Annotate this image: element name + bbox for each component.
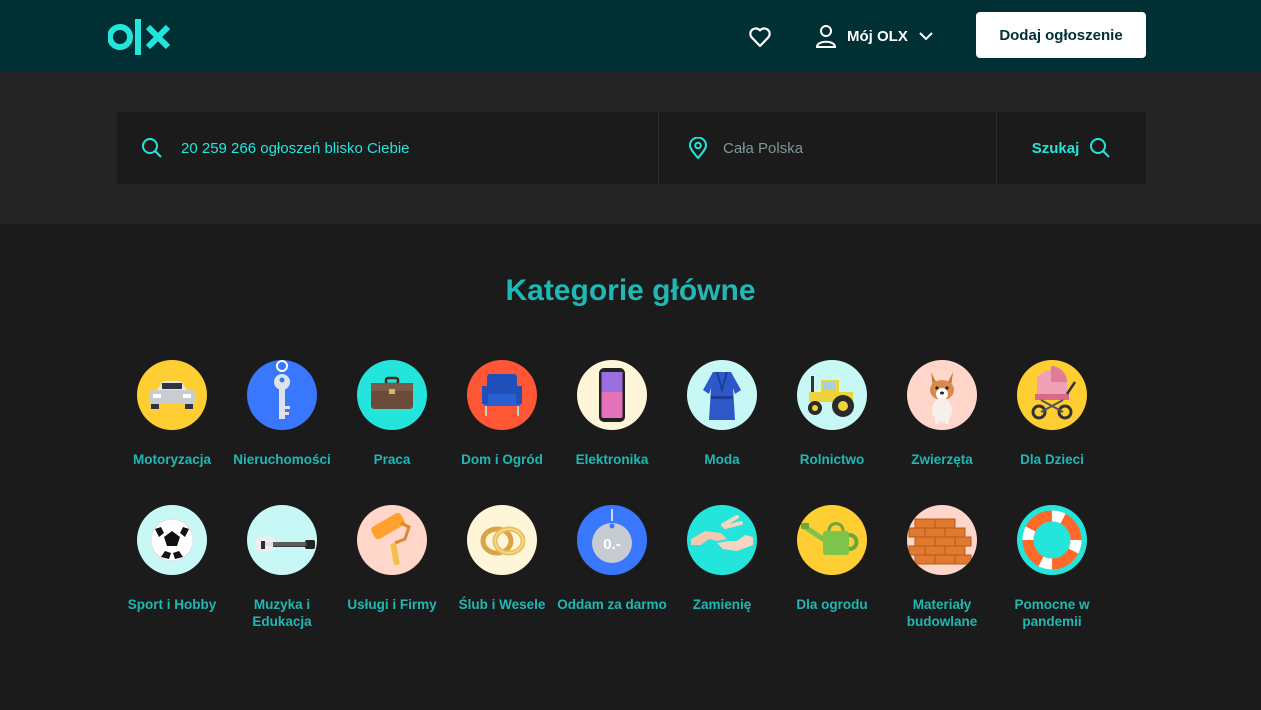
category-label: Oddam za darmo xyxy=(557,597,667,612)
user-icon xyxy=(815,25,837,48)
category-label: Dla Dzieci xyxy=(1020,452,1084,467)
location-input[interactable] xyxy=(723,139,983,157)
paint-roller-icon xyxy=(357,505,427,575)
price-tag-icon: 0.- xyxy=(577,505,647,575)
category-label: Muzyka i Edukacja xyxy=(252,597,312,629)
guitar-icon xyxy=(247,505,317,575)
key-icon xyxy=(247,360,317,430)
lifebuoy-icon xyxy=(1017,505,1087,575)
smartphone-icon xyxy=(577,360,647,430)
category-item[interactable]: Zwierzęta xyxy=(887,360,997,468)
search-input[interactable] xyxy=(181,139,651,157)
my-olx-menu[interactable]: Mój OLX xyxy=(815,22,934,50)
category-label: Pomocne w pandemii xyxy=(1014,597,1090,629)
search-icon xyxy=(142,138,162,158)
add-listing-button[interactable]: Dodaj ogłoszenie xyxy=(976,12,1146,58)
category-item[interactable]: Elektronika xyxy=(557,360,667,468)
category-item[interactable]: Muzyka i Edukacja xyxy=(227,505,337,630)
bathrobe-icon xyxy=(687,360,757,430)
category-label: Zamienię xyxy=(692,597,752,612)
category-item[interactable]: Materiały budowlane xyxy=(887,505,997,630)
olx-logo[interactable] xyxy=(108,17,180,57)
category-label: Moda xyxy=(704,452,740,467)
car-icon xyxy=(137,360,207,430)
category-item[interactable]: Moda xyxy=(667,360,777,468)
category-item[interactable]: Ślub i Wesele xyxy=(447,505,557,613)
category-label: Zwierzęta xyxy=(911,452,973,467)
football-icon xyxy=(137,505,207,575)
bricks-icon xyxy=(907,505,977,575)
rings-icon xyxy=(467,505,537,575)
category-label: Dom i Ogród xyxy=(461,452,543,467)
handshake-icon xyxy=(687,505,757,575)
category-label: Praca xyxy=(373,452,411,467)
category-item[interactable]: Usługi i Firmy xyxy=(337,505,447,613)
category-label: Elektronika xyxy=(575,452,649,467)
search-bar: Szukaj xyxy=(117,112,1146,184)
category-item[interactable]: Dla ogrodu xyxy=(777,505,887,613)
category-label: Usługi i Firmy xyxy=(347,597,437,612)
category-item[interactable]: Sport i Hobby xyxy=(117,505,227,613)
category-label: Motoryzacja xyxy=(132,452,212,467)
category-label: Ślub i Wesele xyxy=(458,597,546,612)
tractor-icon xyxy=(797,360,867,430)
watering-can-icon xyxy=(797,505,867,575)
category-item[interactable]: 0.- Oddam za darmo xyxy=(557,505,667,613)
chevron-down-icon xyxy=(919,32,933,41)
category-item[interactable]: Motoryzacja xyxy=(117,360,227,468)
category-label: Rolnictwo xyxy=(799,452,865,467)
search-button[interactable]: Szukaj xyxy=(997,112,1146,184)
search-section: Szukaj xyxy=(0,72,1261,224)
categories-title: Kategorie główne xyxy=(505,274,756,307)
dog-icon xyxy=(907,360,977,430)
category-item[interactable]: Rolnictwo xyxy=(777,360,887,468)
search-query-segment xyxy=(117,112,659,184)
category-item[interactable]: Nieruchomości xyxy=(227,360,337,468)
location-segment xyxy=(659,112,997,184)
location-pin-icon xyxy=(688,137,708,159)
price-tag-text: 0.- xyxy=(603,536,621,553)
category-item[interactable]: Zamienię xyxy=(667,505,777,613)
my-olx-label: Mój OLX xyxy=(847,27,908,45)
category-item[interactable]: Dom i Ogród xyxy=(447,360,557,468)
search-button-label: Szukaj xyxy=(1031,139,1080,157)
category-label: Dla ogrodu xyxy=(796,597,868,612)
stroller-icon xyxy=(1017,360,1087,430)
top-header: Mój OLX Dodaj ogłoszenie xyxy=(0,0,1261,72)
armchair-icon xyxy=(467,360,537,430)
category-label: Sport i Hobby xyxy=(127,597,217,612)
briefcase-icon xyxy=(357,360,427,430)
search-icon xyxy=(1090,138,1110,158)
category-label: Nieruchomości xyxy=(233,452,331,467)
category-item[interactable]: Dla Dzieci xyxy=(997,360,1107,468)
heart-icon[interactable] xyxy=(747,24,773,50)
category-label: Materiały budowlane xyxy=(906,597,978,629)
category-item[interactable]: Praca xyxy=(337,360,447,468)
category-item[interactable]: Pomocne w pandemii xyxy=(997,505,1107,630)
